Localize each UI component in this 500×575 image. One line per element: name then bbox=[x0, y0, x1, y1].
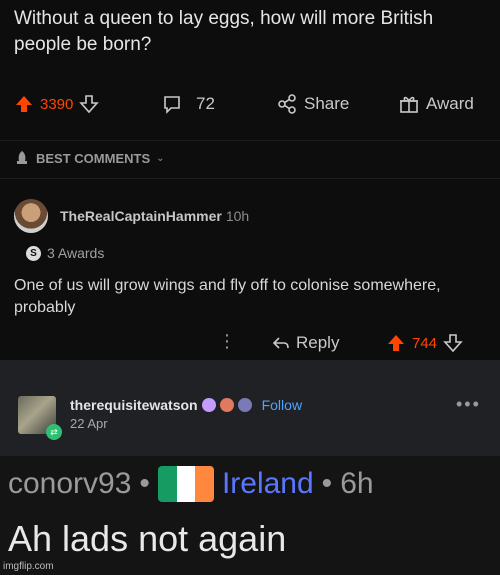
award-badge-icon: S bbox=[26, 245, 41, 261]
post-date: 22 Apr bbox=[70, 416, 108, 431]
post-score: 3390 bbox=[40, 95, 74, 113]
comment-actions: ⋮ Reply 744 bbox=[0, 329, 500, 357]
embed-meta: conorv93 • Ireland • 6h bbox=[8, 464, 374, 504]
post-title[interactable]: Without a queen to lay eggs, how will mo… bbox=[14, 6, 494, 58]
embed-age: 6h bbox=[340, 467, 374, 500]
sort-bar: BEST COMMENTS ⌄ bbox=[0, 140, 500, 178]
awards-label: 3 Awards bbox=[47, 245, 105, 261]
comment-score: 744 bbox=[412, 334, 438, 352]
share-icon bbox=[278, 94, 296, 114]
chevron-down-icon: ⌄ bbox=[156, 152, 165, 164]
reply-button[interactable]: Reply bbox=[272, 329, 339, 357]
rocket-icon bbox=[17, 151, 27, 164]
separator-dot: • bbox=[139, 467, 150, 500]
post-author-line: therequisitewatson Follow bbox=[70, 397, 302, 413]
reblog-icon: ⇄ bbox=[46, 424, 62, 440]
sort-label: BEST COMMENTS bbox=[36, 150, 151, 166]
gift-icon bbox=[400, 96, 418, 113]
sort-dropdown[interactable]: BEST COMMENTS ⌄ bbox=[14, 150, 165, 166]
badge-icon bbox=[219, 398, 234, 412]
share-label: Share bbox=[304, 94, 350, 113]
post-actions: 3390 72 Share Award bbox=[14, 90, 490, 118]
comment-age: 10h bbox=[225, 208, 250, 224]
comment-vote-group: 744 bbox=[386, 329, 463, 357]
comment-author[interactable]: TheRealCaptainHammer bbox=[60, 208, 222, 224]
comments-count: 72 bbox=[196, 94, 215, 113]
downvote-icon[interactable] bbox=[443, 333, 463, 353]
embed-country: Ireland bbox=[221, 467, 314, 500]
watermark: imgflip.com bbox=[3, 561, 54, 572]
comment-awards[interactable]: S 3 Awards bbox=[26, 245, 104, 261]
upvote-icon[interactable] bbox=[386, 333, 406, 353]
share-button[interactable]: Share bbox=[276, 90, 349, 118]
comment-bubble-icon bbox=[164, 96, 180, 114]
ireland-flag-icon bbox=[157, 466, 214, 502]
upvote-icon[interactable] bbox=[14, 94, 34, 114]
embed-text: Ah lads not again bbox=[8, 518, 287, 559]
badge-icon bbox=[201, 398, 216, 412]
more-vertical-icon[interactable]: ⋮ bbox=[218, 331, 236, 352]
post-author[interactable]: therequisitewatson bbox=[70, 397, 198, 413]
comment-author-line: TheRealCaptainHammer 10h bbox=[60, 208, 249, 224]
follow-button[interactable]: Follow bbox=[262, 397, 302, 413]
embedded-screenshot: conorv93 • Ireland • 6h Ah lads not agai… bbox=[0, 456, 500, 575]
reply-label: Reply bbox=[296, 333, 340, 352]
award-button[interactable]: Award bbox=[398, 90, 474, 118]
embed-user: conorv93 bbox=[8, 467, 132, 500]
comments-button[interactable]: 72 bbox=[162, 90, 215, 118]
badge-icon bbox=[237, 398, 252, 412]
downvote-icon[interactable] bbox=[79, 94, 100, 114]
award-label: Award bbox=[426, 94, 474, 113]
reply-icon bbox=[272, 337, 289, 349]
post-card: Without a queen to lay eggs, how will mo… bbox=[0, 0, 500, 140]
upvote-group: 3390 bbox=[14, 90, 100, 118]
separator-dot: • bbox=[321, 467, 333, 500]
more-horizontal-icon[interactable]: ••• bbox=[456, 394, 481, 415]
comment-body: One of us will grow wings and fly off to… bbox=[14, 277, 441, 316]
avatar[interactable] bbox=[14, 199, 48, 233]
comment: TheRealCaptainHammer 10h S 3 Awards One o… bbox=[0, 178, 500, 360]
tumblr-post: ⇄ therequisitewatson Follow 22 Apr ••• c… bbox=[0, 360, 500, 575]
